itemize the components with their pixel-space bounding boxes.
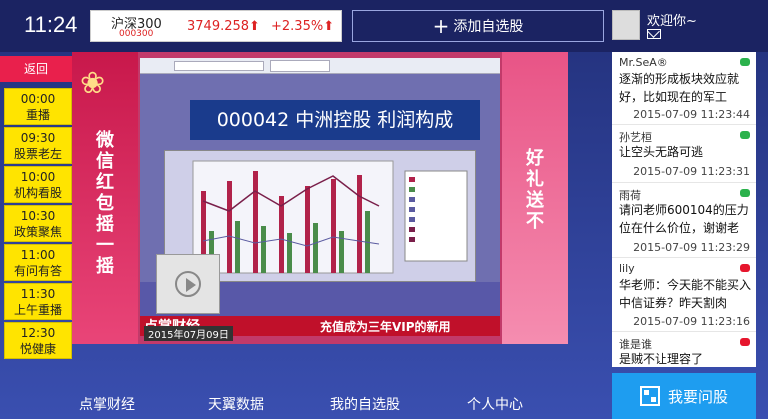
message-time: 2015-07-09 11:23:31 — [633, 165, 750, 178]
play-icon[interactable] — [175, 271, 201, 297]
schedule-item[interactable]: 10:30 政策聚焦 — [4, 205, 72, 242]
ask-stock-label: 我要问股 — [667, 387, 728, 406]
question-list[interactable]: Mr.SeA® 逐渐的形成板块效应就好，比如现在的军工 2015-07-09 1… — [612, 52, 756, 367]
list-item[interactable]: 孙艺桓 让空头无路可逃 2015-07-09 11:23:31 — [612, 125, 756, 183]
video-frame: 000042 中洲控股 利润构成 充值成为三年VIP的新用 — [140, 58, 500, 336]
message-user: Mr.SeA® — [619, 56, 668, 69]
schedule-item[interactable]: 00:00 重播 — [4, 88, 72, 125]
message-text: 让空头无路可逃 — [619, 145, 704, 159]
promo-banner-right: 好礼送不 — [502, 52, 568, 344]
message-text: 请问老师600104的压力位在什么价位，谢谢老 — [619, 203, 749, 235]
wechat-icon — [740, 131, 750, 139]
video-thumbnail[interactable] — [156, 254, 220, 314]
message-user: lily — [619, 262, 635, 275]
up-arrow-icon: ⬆ — [249, 19, 260, 34]
message-text: 华老师：今天能不能买入中信证券？昨天割肉 — [619, 278, 752, 310]
promo-text-right: 好礼送不 — [526, 148, 544, 232]
back-button[interactable]: 返回 — [0, 56, 72, 82]
plus-icon: + — [432, 14, 450, 38]
add-favorite-label: 添加自选股 — [453, 19, 524, 35]
index-code: 000300 — [119, 29, 154, 39]
wechat-icon — [740, 189, 750, 197]
message-time: 2015-07-09 11:23:16 — [633, 315, 750, 328]
index-change: +2.35%⬆ — [271, 19, 335, 34]
slide-title: 000042 中洲控股 利润构成 — [190, 100, 480, 140]
schedule-item[interactable]: 11:30 上午重播 — [4, 283, 72, 320]
message-time: 2015-07-09 11:23:44 — [633, 108, 750, 121]
up-arrow-icon: ⬆ — [323, 19, 335, 34]
nav-item-profile[interactable]: 个人中心 — [467, 394, 523, 414]
video-player[interactable]: ❀ 微信红包摇一摇 好礼送不 000042 中洲控股 利润构成 充值成为三年VI… — [72, 52, 568, 344]
nav-item-my-watchlist[interactable]: 我的自选股 — [330, 394, 400, 414]
message-text: 逐渐的形成板块效应就好，比如现在的军工 — [619, 72, 740, 104]
ask-stock-button[interactable]: 我要问股 — [612, 373, 756, 419]
promo-banner-left: ❀ 微信红包摇一摇 — [72, 52, 138, 344]
list-item[interactable]: 谁是谁 是贼不让理容了 — [612, 332, 756, 367]
message-time: 2015-07-09 11:23:29 — [633, 241, 750, 254]
program-schedule: 00:00 重播 09:30 股票老左 10:00 机构看股 10:30 政策聚焦 11… — [4, 88, 72, 361]
weibo-icon — [740, 264, 750, 272]
broadcast-date: 2015年07月09日 — [144, 326, 233, 341]
url-bar — [174, 61, 264, 71]
weibo-icon — [740, 338, 750, 346]
qr-code-icon — [639, 386, 660, 406]
wechat-icon — [740, 58, 750, 66]
add-favorite-button[interactable]: + 添加自选股 — [352, 10, 604, 42]
index-price: 3749.258⬆ — [187, 19, 260, 34]
list-item[interactable]: 雨荷 请问老师600104的压力位在什么价位，谢谢老 2015-07-09 11… — [612, 183, 756, 258]
mail-icon[interactable] — [647, 29, 661, 39]
nav-item-dianzhang[interactable]: 点掌财经 — [79, 394, 135, 414]
nav-item-tianyi-data[interactable]: 天翼数据 — [208, 394, 264, 414]
avatar[interactable] — [612, 10, 640, 40]
schedule-item[interactable]: 11:00 有问有答 — [4, 244, 72, 281]
list-item[interactable]: Mr.SeA® 逐渐的形成板块效应就好，比如现在的军工 2015-07-09 1… — [612, 52, 756, 125]
decoration-icon: ❀ — [80, 66, 106, 101]
browser-bar — [140, 58, 500, 74]
scroll-text: 充值成为三年VIP的新用 — [320, 320, 451, 334]
schedule-item[interactable]: 09:30 股票老左 — [4, 127, 72, 164]
message-text: 是贼不让理容了 — [619, 352, 704, 366]
index-ticker[interactable]: 沪深300 000300 3749.258⬆ +2.35%⬆ — [90, 10, 342, 42]
list-item[interactable]: lily 华老师：今天能不能买入中信证券？昨天割肉 2015-07-09 11:… — [612, 258, 756, 332]
browser-tab — [270, 60, 330, 72]
schedule-item[interactable]: 12:30 悦健康 — [4, 322, 72, 359]
promo-text-left: 微信红包摇一摇 — [96, 130, 114, 277]
bottom-nav: 点掌财经 天翼数据 我的自选股 个人中心 — [0, 372, 612, 419]
schedule-item[interactable]: 10:00 机构看股 — [4, 166, 72, 203]
clock: 11:24 — [24, 12, 78, 37]
